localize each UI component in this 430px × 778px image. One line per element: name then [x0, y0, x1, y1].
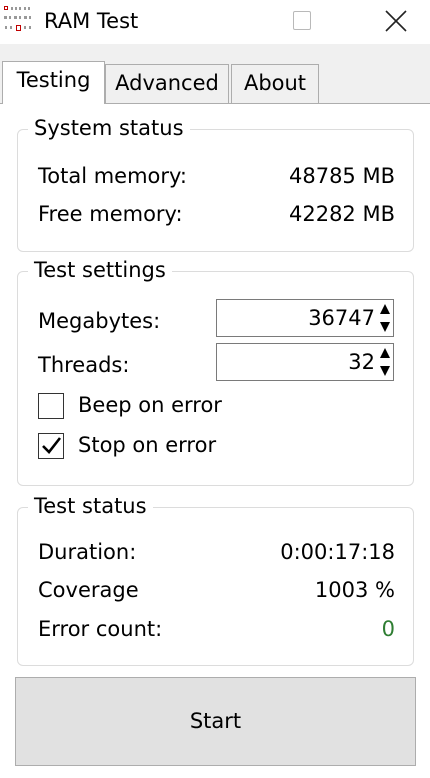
tab-about[interactable]: About [231, 64, 319, 104]
coverage-label: Coverage [38, 578, 139, 602]
arrow-up-icon [380, 304, 390, 314]
total-memory-value: 48785 MB [288, 164, 395, 188]
stop-on-error-label[interactable]: Stop on error [78, 432, 216, 458]
megabytes-stepper[interactable]: 36747 [216, 299, 394, 337]
test-settings-title: Test settings [28, 257, 172, 283]
beep-on-error-label[interactable]: Beep on error [78, 392, 222, 418]
coverage-value: 1003 % [314, 578, 395, 602]
start-button[interactable]: Start [15, 677, 416, 766]
duration-label: Duration: [38, 540, 137, 564]
arrow-down-icon [380, 322, 390, 332]
threads-value: 32 [348, 350, 375, 374]
close-button[interactable] [366, 0, 426, 44]
window-title: RAM Test [44, 9, 139, 33]
tab-testing[interactable]: Testing [2, 61, 105, 104]
maximize-icon [293, 11, 311, 30]
beep-on-error-checkbox[interactable] [38, 393, 64, 419]
threads-spin-arrows[interactable] [378, 344, 392, 380]
arrow-up-icon [380, 348, 390, 358]
tab-advanced[interactable]: Advanced [105, 64, 229, 104]
threads-label: Threads: [38, 353, 130, 377]
error-count-label: Error count: [38, 617, 163, 641]
system-status-group: System status Total memory: 48785 MB Fre… [17, 115, 414, 252]
test-status-group: Test status Duration: 0:00:17:18 Coverag… [17, 493, 414, 666]
memory-chip-icon [4, 6, 34, 34]
threads-stepper[interactable]: 32 [216, 343, 394, 381]
checkmark-icon [42, 437, 62, 454]
test-settings-group: Test settings Megabytes: 36747 Threads: … [17, 257, 414, 486]
close-icon [385, 10, 407, 32]
stop-on-error-checkbox[interactable] [38, 433, 64, 459]
test-status-title: Test status [28, 493, 153, 519]
megabytes-value: 36747 [308, 306, 375, 330]
error-count-value: 0 [381, 617, 395, 641]
free-memory-label: Free memory: [38, 202, 183, 226]
total-memory-label: Total memory: [38, 164, 188, 188]
duration-value: 0:00:17:18 [280, 540, 395, 564]
maximize-button[interactable] [272, 0, 332, 44]
megabytes-spin-arrows[interactable] [378, 300, 392, 336]
free-memory-value: 42282 MB [288, 202, 395, 226]
megabytes-label: Megabytes: [38, 309, 161, 333]
arrow-down-icon [380, 366, 390, 376]
title-bar: RAM Test [0, 0, 430, 44]
system-status-title: System status [28, 115, 190, 141]
